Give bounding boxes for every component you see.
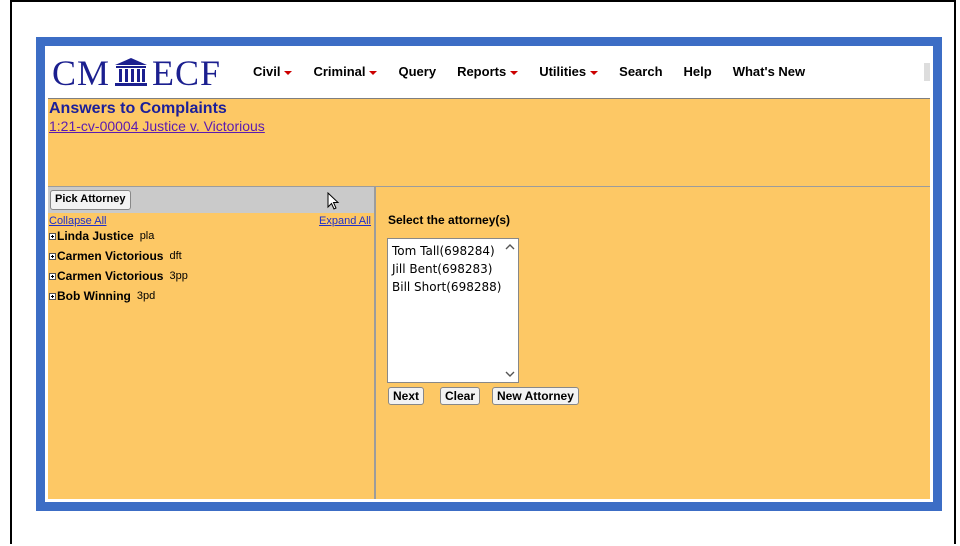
menu-criminal[interactable]: Criminal [313,64,378,79]
party-name: Bob Winning [57,289,131,303]
party-name: Carmen Victorious [57,269,164,283]
courthouse-icon [115,58,148,86]
cmecf-logo[interactable]: CM ECF [52,53,221,93]
attorney-option[interactable]: Tom Tall(698284) [392,244,495,258]
menu-overflow-edge [924,63,930,81]
menu-whats-new[interactable]: What's New [733,64,805,79]
plus-box-icon[interactable] [49,232,56,240]
plus-box-icon[interactable] [49,272,56,280]
menu-help[interactable]: Help [684,64,712,79]
scroll-up-icon[interactable] [505,243,515,251]
party-role: 3pp [169,270,188,282]
menu-utilities[interactable]: Utilities [539,64,599,79]
cmecf-app: CM ECF Civil Criminal Query Reports Util… [48,49,930,499]
attorney-listbox[interactable]: Tom Tall(698284) Jill Bent(698283) Bill … [387,238,519,383]
party-tree-pane: Pick Attorney Collapse All Expand All Li… [48,186,376,499]
page-title: Answers to Complaints [49,100,227,117]
attorney-option[interactable]: Bill Short(698288) [392,280,501,294]
collapse-all-link[interactable]: Collapse All [49,215,106,227]
menu-reports[interactable]: Reports [457,64,519,79]
dropdown-caret-icon [510,70,519,75]
party-node[interactable]: Bob Winning 3pd [49,289,155,303]
expand-all-link[interactable]: Expand All [319,215,371,227]
party-node[interactable]: Carmen Victorious dft [49,249,182,263]
app-window-frame: CM ECF Civil Criminal Query Reports Util… [36,37,942,511]
next-button[interactable]: Next [388,387,425,405]
main-menu: Civil Criminal Query Reports Utilities S… [253,64,826,79]
dropdown-caret-icon [284,70,293,75]
clear-button[interactable]: Clear [440,387,481,405]
logo-text-right: ECF [152,53,222,93]
party-node[interactable]: Linda Justice pla [49,229,154,243]
party-name: Linda Justice [57,229,134,243]
dropdown-caret-icon [369,70,378,75]
new-attorney-button[interactable]: New Attorney [492,387,579,405]
menu-search[interactable]: Search [619,64,662,79]
plus-box-icon[interactable] [49,292,56,300]
menu-query[interactable]: Query [398,64,436,79]
plus-box-icon[interactable] [49,252,56,260]
party-role: 3pd [136,290,156,302]
scroll-down-icon[interactable] [505,370,515,378]
party-role: pla [139,230,155,242]
app-window-inner: CM ECF Civil Criminal Query Reports Util… [45,46,933,502]
party-tree-header: Pick Attorney [48,187,374,213]
select-attorney-label: Select the attorney(s) [388,213,511,227]
menu-bar: CM ECF Civil Criminal Query Reports Util… [48,49,930,99]
pick-attorney-button[interactable]: Pick Attorney [50,190,131,210]
party-name: Carmen Victorious [57,249,164,263]
mouse-pointer-icon [327,192,340,210]
attorney-option[interactable]: Jill Bent(698283) [392,262,492,276]
dropdown-caret-icon [590,70,599,75]
party-role: dft [169,250,182,262]
attorney-selection-pane: Select the attorney(s) Tom Tall(698284) … [376,186,930,499]
logo-text-left: CM [52,53,111,93]
menu-civil[interactable]: Civil [253,64,293,79]
case-number-link[interactable]: 1:21-cv-00004 Justice v. Victorious [49,118,265,134]
party-node[interactable]: Carmen Victorious 3pp [49,269,188,283]
